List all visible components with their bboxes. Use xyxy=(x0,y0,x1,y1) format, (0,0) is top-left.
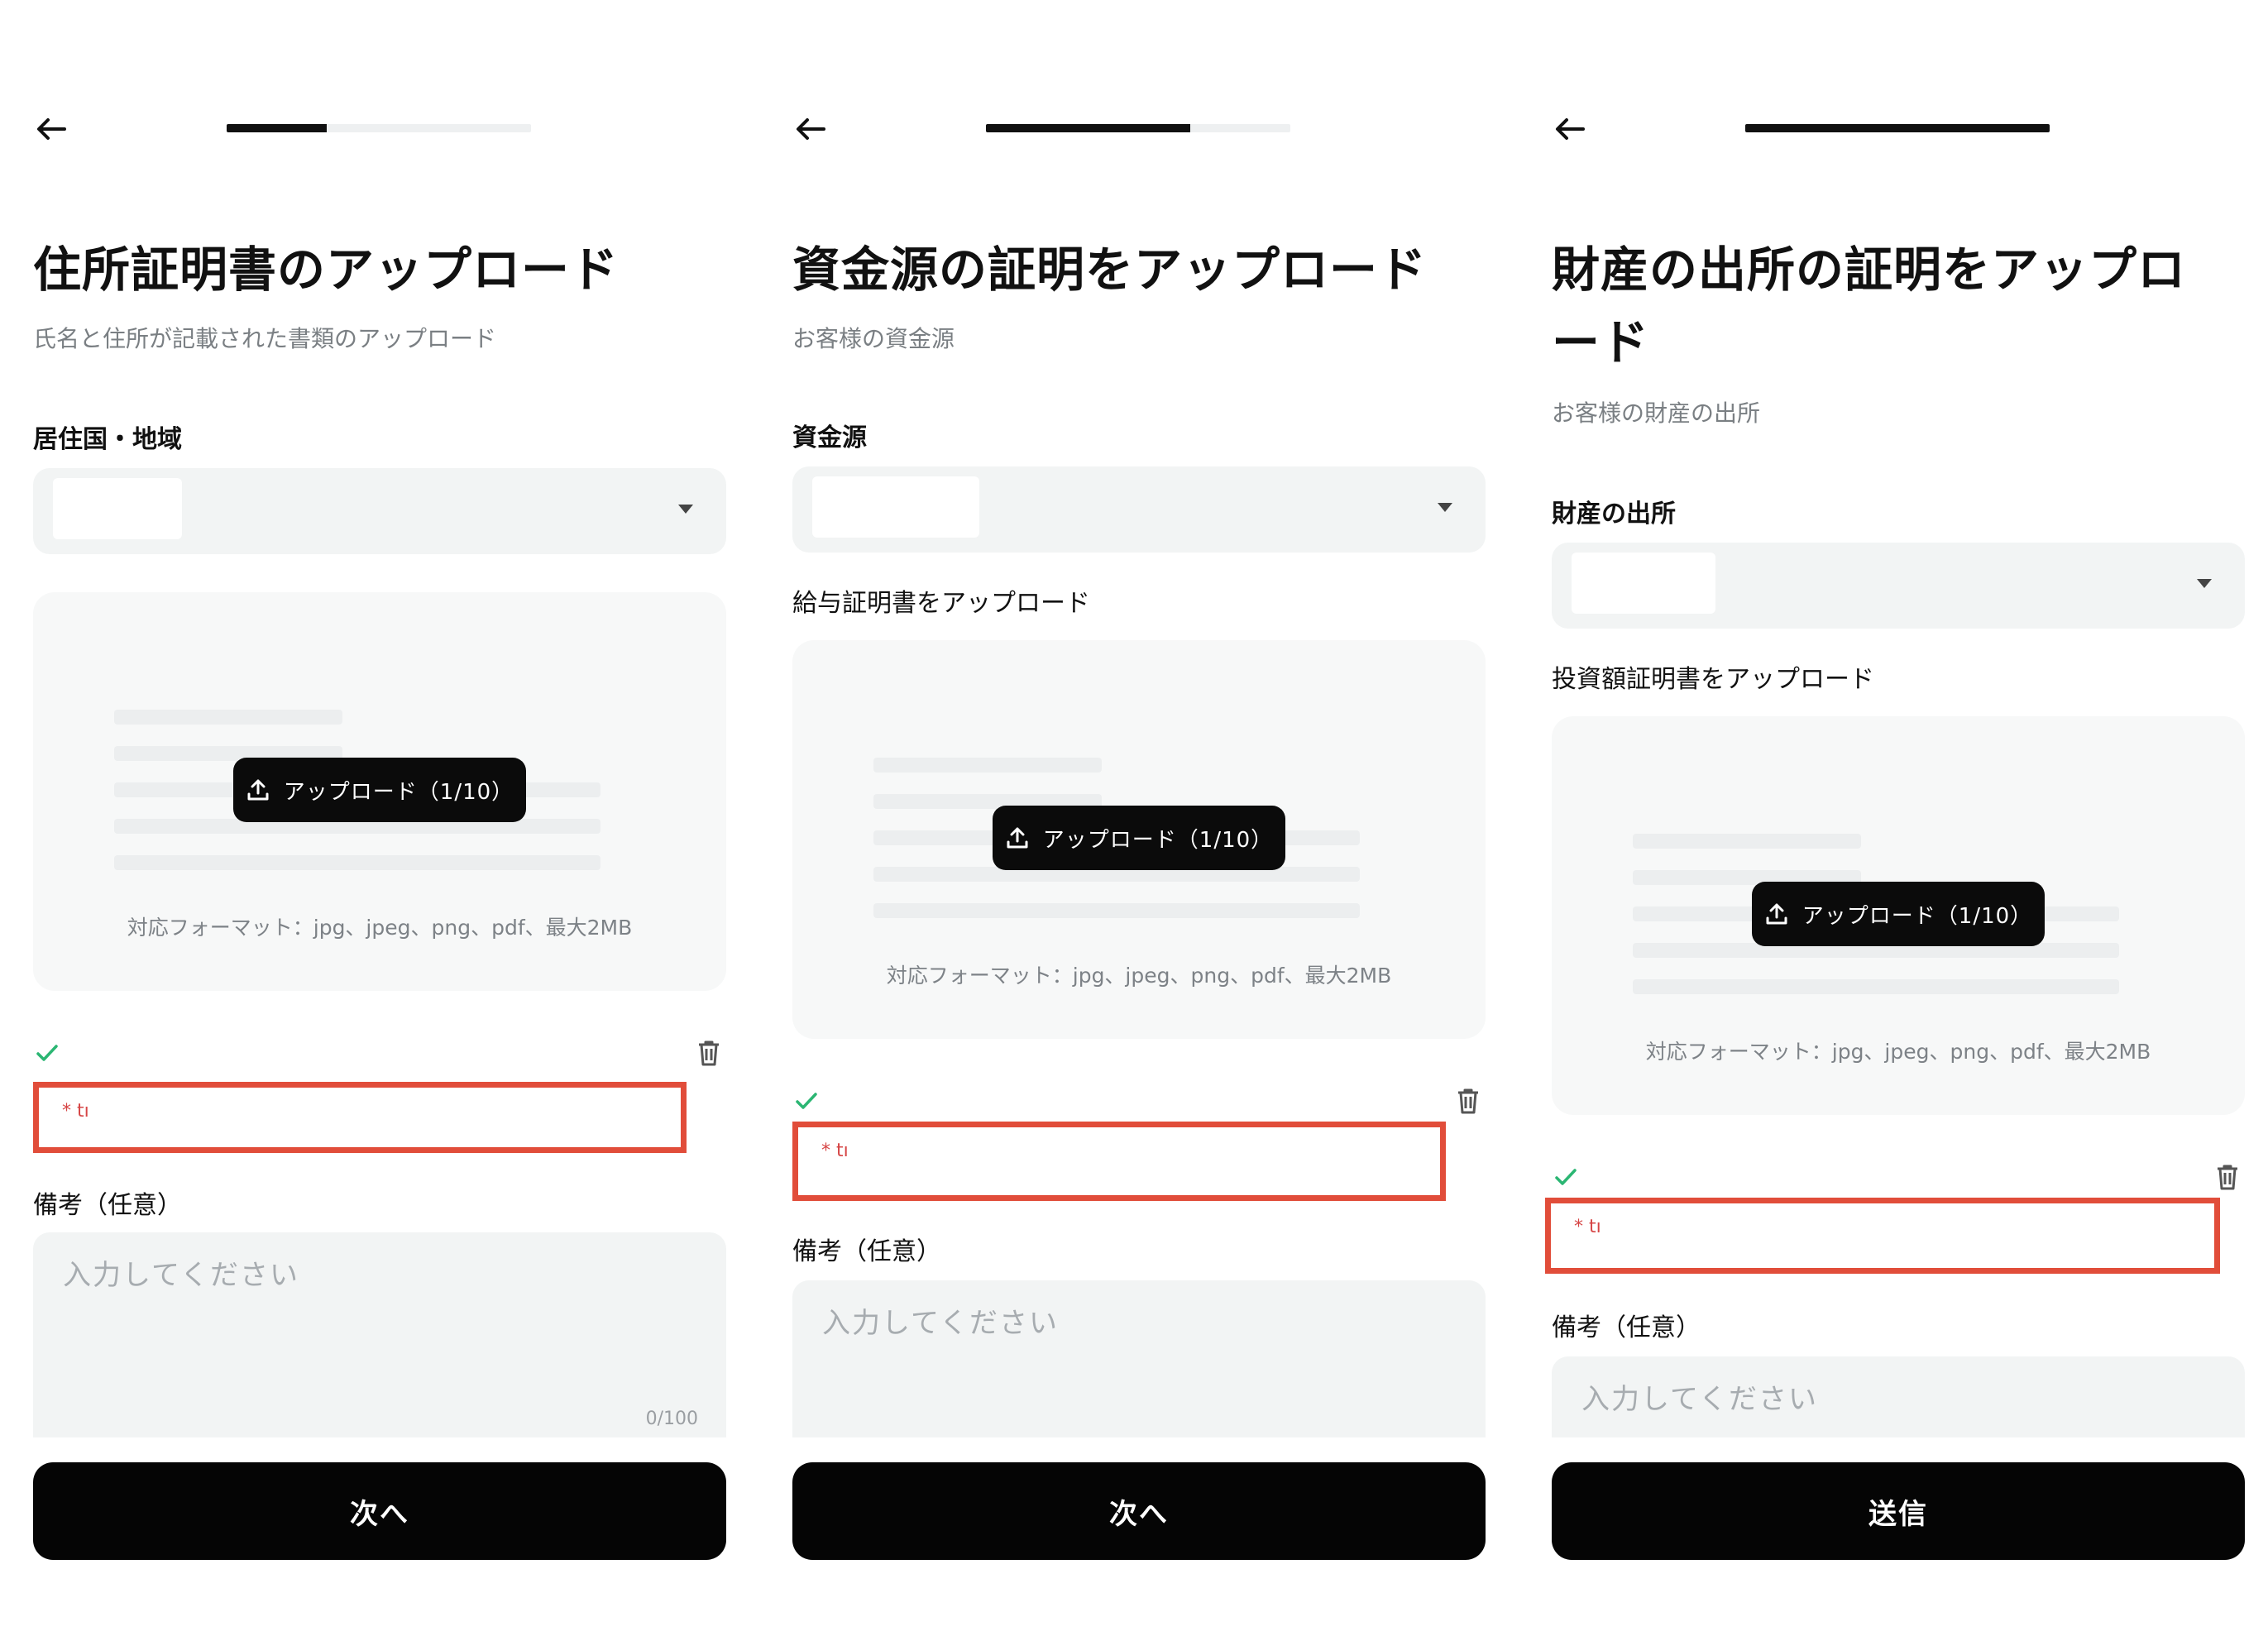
source-of-wealth-select[interactable] xyxy=(1552,543,2245,629)
upload-icon xyxy=(1766,903,1787,925)
uploaded-file-item[interactable]: * tı xyxy=(33,1082,687,1153)
memo-label: 備考（任意） xyxy=(33,1191,182,1220)
screen-source-of-wealth: 財産の出所の証明をアップロード お客様の財産の出所 財産の出所 投資額証明書をア… xyxy=(1519,0,2246,1636)
upload-button[interactable]: アップロード（1/10） xyxy=(993,806,1285,870)
memo-label: 備考（任意） xyxy=(792,1237,941,1266)
upload-icon xyxy=(247,779,269,801)
memo-placeholder: 入力してください xyxy=(63,1259,299,1292)
upload-button[interactable]: アップロード（1/10） xyxy=(1752,882,2045,946)
progress-bar xyxy=(227,124,531,132)
upload-button-label: アップロード（1/10） xyxy=(1042,827,1274,853)
placeholder-line xyxy=(873,903,1360,918)
progress-fill xyxy=(986,124,1190,132)
trash-icon[interactable] xyxy=(1452,1085,1484,1117)
uploaded-file-item[interactable]: * tı xyxy=(1545,1198,2220,1274)
trash-icon[interactable] xyxy=(2212,1161,2243,1193)
placeholder-line xyxy=(114,855,600,870)
check-icon xyxy=(1552,1163,1580,1191)
upload-button-label: アップロード（1/10） xyxy=(283,779,514,805)
placeholder-line xyxy=(873,758,1102,773)
placeholder-line xyxy=(1633,979,2119,994)
upload-area[interactable]: アップロード（1/10） 対応フォーマット：jpg、jpeg、png、pdf、最… xyxy=(792,640,1486,1039)
page-subtitle: お客様の資金源 xyxy=(792,325,955,352)
upload-icon xyxy=(1007,827,1028,849)
memo-textarea[interactable]: 入力してください 0/100 xyxy=(33,1232,726,1437)
select-label: 財産の出所 xyxy=(1552,500,1676,529)
memo-textarea[interactable]: 入力してください xyxy=(792,1280,1486,1437)
select-label: 居住国・地域 xyxy=(33,425,182,454)
next-button[interactable]: 次へ xyxy=(33,1462,726,1560)
uploaded-file-item[interactable]: * tı xyxy=(792,1122,1446,1201)
check-icon xyxy=(33,1039,61,1067)
memo-placeholder: 入力してください xyxy=(822,1307,1059,1340)
upload-area[interactable]: アップロード（1/10） 対応フォーマット：jpg、jpeg、png、pdf、最… xyxy=(1552,716,2245,1115)
format-text: 対応フォーマット：jpg、jpeg、png、pdf、最大2MB xyxy=(886,964,1392,988)
check-icon xyxy=(792,1087,821,1115)
upload-label: 給与証明書をアップロード xyxy=(792,589,1090,618)
submit-button[interactable]: 送信 xyxy=(1552,1462,2245,1560)
file-name: * tı xyxy=(62,1101,89,1122)
page-title: 資金源の証明をアップロード xyxy=(792,242,1428,298)
page-title: 財産の出所の証明をアップロード xyxy=(1552,242,2187,371)
chevron-down-icon xyxy=(2197,579,2212,588)
upload-label: 投資額証明書をアップロード xyxy=(1552,665,1874,694)
page-subtitle: 氏名と住所が記載された書類のアップロード xyxy=(33,325,497,352)
source-of-funds-select[interactable] xyxy=(792,466,1486,553)
select-value xyxy=(1572,553,1715,614)
chevron-down-icon xyxy=(1438,503,1452,512)
format-text: 対応フォーマット：jpg、jpeg、png、pdf、最大2MB xyxy=(1645,1040,2151,1064)
next-button[interactable]: 次へ xyxy=(792,1462,1486,1560)
country-select[interactable] xyxy=(33,468,726,554)
upload-area[interactable]: アップロード（1/10） 対応フォーマット：jpg、jpeg、png、pdf、最… xyxy=(33,592,726,991)
back-arrow-icon[interactable] xyxy=(792,111,829,147)
memo-counter: 0/100 xyxy=(645,1409,698,1429)
placeholder-line xyxy=(114,710,342,725)
format-text: 対応フォーマット：jpg、jpeg、png、pdf、最大2MB xyxy=(127,916,633,940)
file-name: * tı xyxy=(1574,1217,1601,1237)
back-arrow-icon[interactable] xyxy=(33,111,69,147)
chevron-down-icon xyxy=(678,505,693,514)
memo-label: 備考（任意） xyxy=(1552,1313,1701,1342)
select-value xyxy=(812,476,979,538)
page-title: 住所証明書のアップロード xyxy=(33,242,620,298)
file-name: * tı xyxy=(821,1141,849,1161)
screens-container: 住所証明書のアップロード 氏名と住所が記載された書類のアップロード 居住国・地域… xyxy=(0,0,2268,1636)
memo-placeholder: 入力してください xyxy=(1581,1383,1818,1416)
upload-button[interactable]: アップロード（1/10） xyxy=(233,758,526,822)
screen-address-proof: 住所証明書のアップロード 氏名と住所が記載された書類のアップロード 居住国・地域… xyxy=(0,0,728,1636)
page-subtitle: お客様の財産の出所 xyxy=(1552,399,1761,427)
progress-bar xyxy=(1745,124,2050,132)
trash-icon[interactable] xyxy=(693,1037,725,1069)
back-arrow-icon[interactable] xyxy=(1552,111,1588,147)
upload-button-label: アップロード（1/10） xyxy=(1801,903,2033,929)
screen-source-of-funds: 資金源の証明をアップロード お客様の資金源 資金源 給与証明書をアップロード ア… xyxy=(759,0,1487,1636)
placeholder-line xyxy=(1633,834,1861,849)
select-value xyxy=(53,478,182,539)
select-label: 資金源 xyxy=(792,423,867,452)
memo-textarea[interactable]: 入力してください xyxy=(1552,1356,2245,1437)
progress-fill xyxy=(1745,124,2050,132)
progress-bar xyxy=(986,124,1290,132)
progress-fill xyxy=(227,124,328,132)
